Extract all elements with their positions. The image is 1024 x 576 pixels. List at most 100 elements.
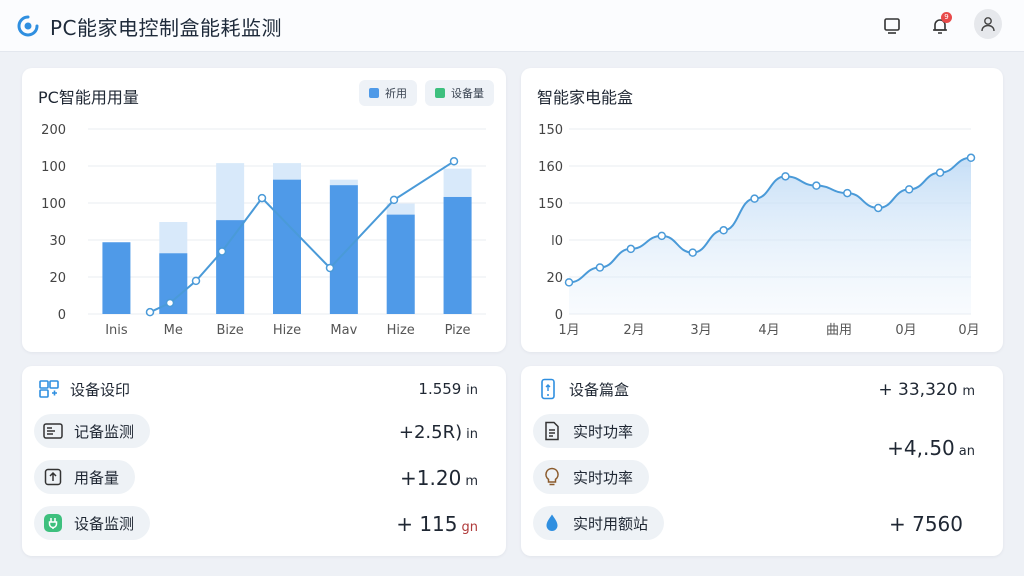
app-title: PC能家电控制盒能耗监测 (50, 16, 283, 40)
device-stats-header: 设备设印 (38, 378, 130, 400)
line-point (449, 157, 459, 166)
x-tick-label: Pize (445, 323, 471, 338)
x-tick-label: Me (164, 323, 183, 338)
usage-bar-line-chart: 0 20 30 100 100 200 Inis Me Bize Hize Mav Hize Pize (41, 123, 486, 338)
user-avatar[interactable] (974, 9, 1002, 39)
bar (216, 220, 245, 314)
line-point (781, 172, 790, 181)
phone-device-icon (541, 378, 555, 400)
bar (329, 185, 358, 314)
user-icon (981, 17, 995, 32)
line-point (873, 203, 883, 213)
y-tick-label: 100 (41, 160, 66, 175)
device-stats-title: 设备设印 (70, 380, 131, 399)
device-box-stats-card: 设备篇盒 + 33,320 m 实时功率 +4,.50 an 实时功率 实时用额站… (521, 366, 1003, 556)
line-point (165, 298, 175, 308)
line-point (657, 231, 667, 241)
bar (273, 179, 301, 314)
y-tick-label: 160 (538, 160, 563, 175)
device-box-stats-header: 设备篇盒 (537, 378, 629, 400)
line-point (145, 307, 155, 317)
x-tick-label: 2月 (623, 323, 644, 338)
stat-row-label: 记备监测 (74, 422, 135, 441)
y-tick-label: 150 (538, 197, 563, 212)
line-point (626, 244, 636, 254)
y-tick-label: 0 (58, 308, 66, 323)
x-tick-label: Hize (273, 323, 301, 338)
stat-row-label: 实时功率 (573, 422, 634, 441)
trend-chart-card: 智能家电能盒 0 20 l0 150 160 150 1月 2月 3月 4月 曲用 0月 0月 (521, 68, 1003, 352)
lightbulb-icon (541, 466, 563, 488)
y-tick-label: 30 (49, 234, 66, 249)
x-tick-label: 0月 (895, 323, 916, 338)
usage-chart-card: PC智能用用量 祈用 设备量 0 20 30 100 100 200 Inis Me Bize H… (22, 68, 506, 352)
bar (386, 214, 415, 314)
device-stats-total: 1.559 in (418, 380, 478, 398)
stat-row-label: 实时功率 (573, 468, 634, 487)
line-point (564, 278, 574, 287)
trend-area-chart: 0 20 l0 150 160 150 1月 2月 3月 4月 曲用 0月 0月 (538, 123, 979, 338)
bar (443, 196, 472, 314)
trend-area-fill (569, 157, 971, 314)
stat-row-monitoring[interactable]: 记备监测 (34, 414, 151, 448)
line-point (217, 247, 227, 256)
stat-row-value: +1.20 m (400, 466, 478, 490)
app-header: PC能家电控制盒能耗监测 9 (0, 0, 1024, 52)
x-tick-label: 0月 (958, 323, 979, 338)
y-tick-label: 0 (555, 308, 563, 323)
x-tick-label: Inis (105, 323, 128, 338)
line-point (750, 194, 759, 203)
y-tick-label: 150 (538, 123, 563, 138)
line-point (719, 226, 728, 235)
line-point (389, 195, 399, 205)
x-tick-label: 4月 (758, 323, 779, 338)
stat-row-value: +2.5R) in (398, 422, 478, 443)
y-tick-label: 20 (546, 271, 563, 286)
stat-row-device-count[interactable]: 用备量 (34, 460, 136, 494)
line-point (688, 248, 697, 257)
x-tick-label: 曲用 (826, 323, 852, 338)
stat-row-value: + 7560 (888, 512, 963, 536)
y-tick-label: 200 (41, 123, 66, 138)
plug-icon (42, 512, 64, 534)
bell-icon[interactable]: 9 (926, 12, 954, 40)
document-icon (541, 420, 563, 442)
water-drop-icon (541, 512, 563, 534)
x-tick-label: Hize (387, 323, 415, 338)
stat-row-value: + 115 gn (396, 512, 478, 536)
device-stats-card: 设备设印 1.559 in 记备监测 +2.5R) in 用备量 +1.20 m 设… (22, 366, 506, 556)
x-tick-label: 3月 (690, 323, 711, 338)
notification-badge: 9 (941, 12, 952, 23)
y-tick-label: 100 (41, 197, 66, 212)
x-tick-label: Bize (216, 323, 243, 338)
stat-row-value: +4,.50 an (887, 436, 975, 460)
stat-row-label: 设备监测 (74, 514, 135, 533)
up-arrow-icon (42, 466, 64, 488)
line-point (966, 153, 976, 163)
line-point (812, 181, 821, 190)
x-tick-label: Mav (330, 323, 357, 338)
device-box-stats-title: 设备篇盒 (569, 380, 630, 399)
x-tick-label: 1月 (558, 323, 579, 338)
stat-row-realtime-power-2[interactable]: 实时功率 (533, 460, 650, 494)
line-point (935, 168, 945, 177)
panel-icon (42, 420, 64, 442)
line-point (843, 188, 852, 198)
device-settings-icon (39, 380, 59, 398)
bar (102, 242, 131, 314)
app-logo-icon (16, 14, 40, 38)
y-tick-label: l0 (551, 234, 563, 249)
device-box-stats-total: + 33,320 m (878, 380, 975, 400)
line-point (595, 263, 605, 272)
stat-row-realtime-water[interactable]: 实时用额站 (533, 506, 665, 540)
stat-row-label: 用备量 (74, 468, 120, 487)
monitor-icon[interactable] (878, 12, 906, 40)
stat-row-label: 实时用额站 (573, 514, 649, 533)
line-point (257, 193, 267, 203)
stat-row-realtime-power[interactable]: 实时功率 (533, 414, 650, 448)
line-point (904, 185, 914, 194)
line-point (325, 263, 335, 273)
y-tick-label: 20 (49, 271, 66, 286)
line-point (191, 276, 201, 286)
stat-row-device-monitoring[interactable]: 设备监测 (34, 506, 151, 540)
